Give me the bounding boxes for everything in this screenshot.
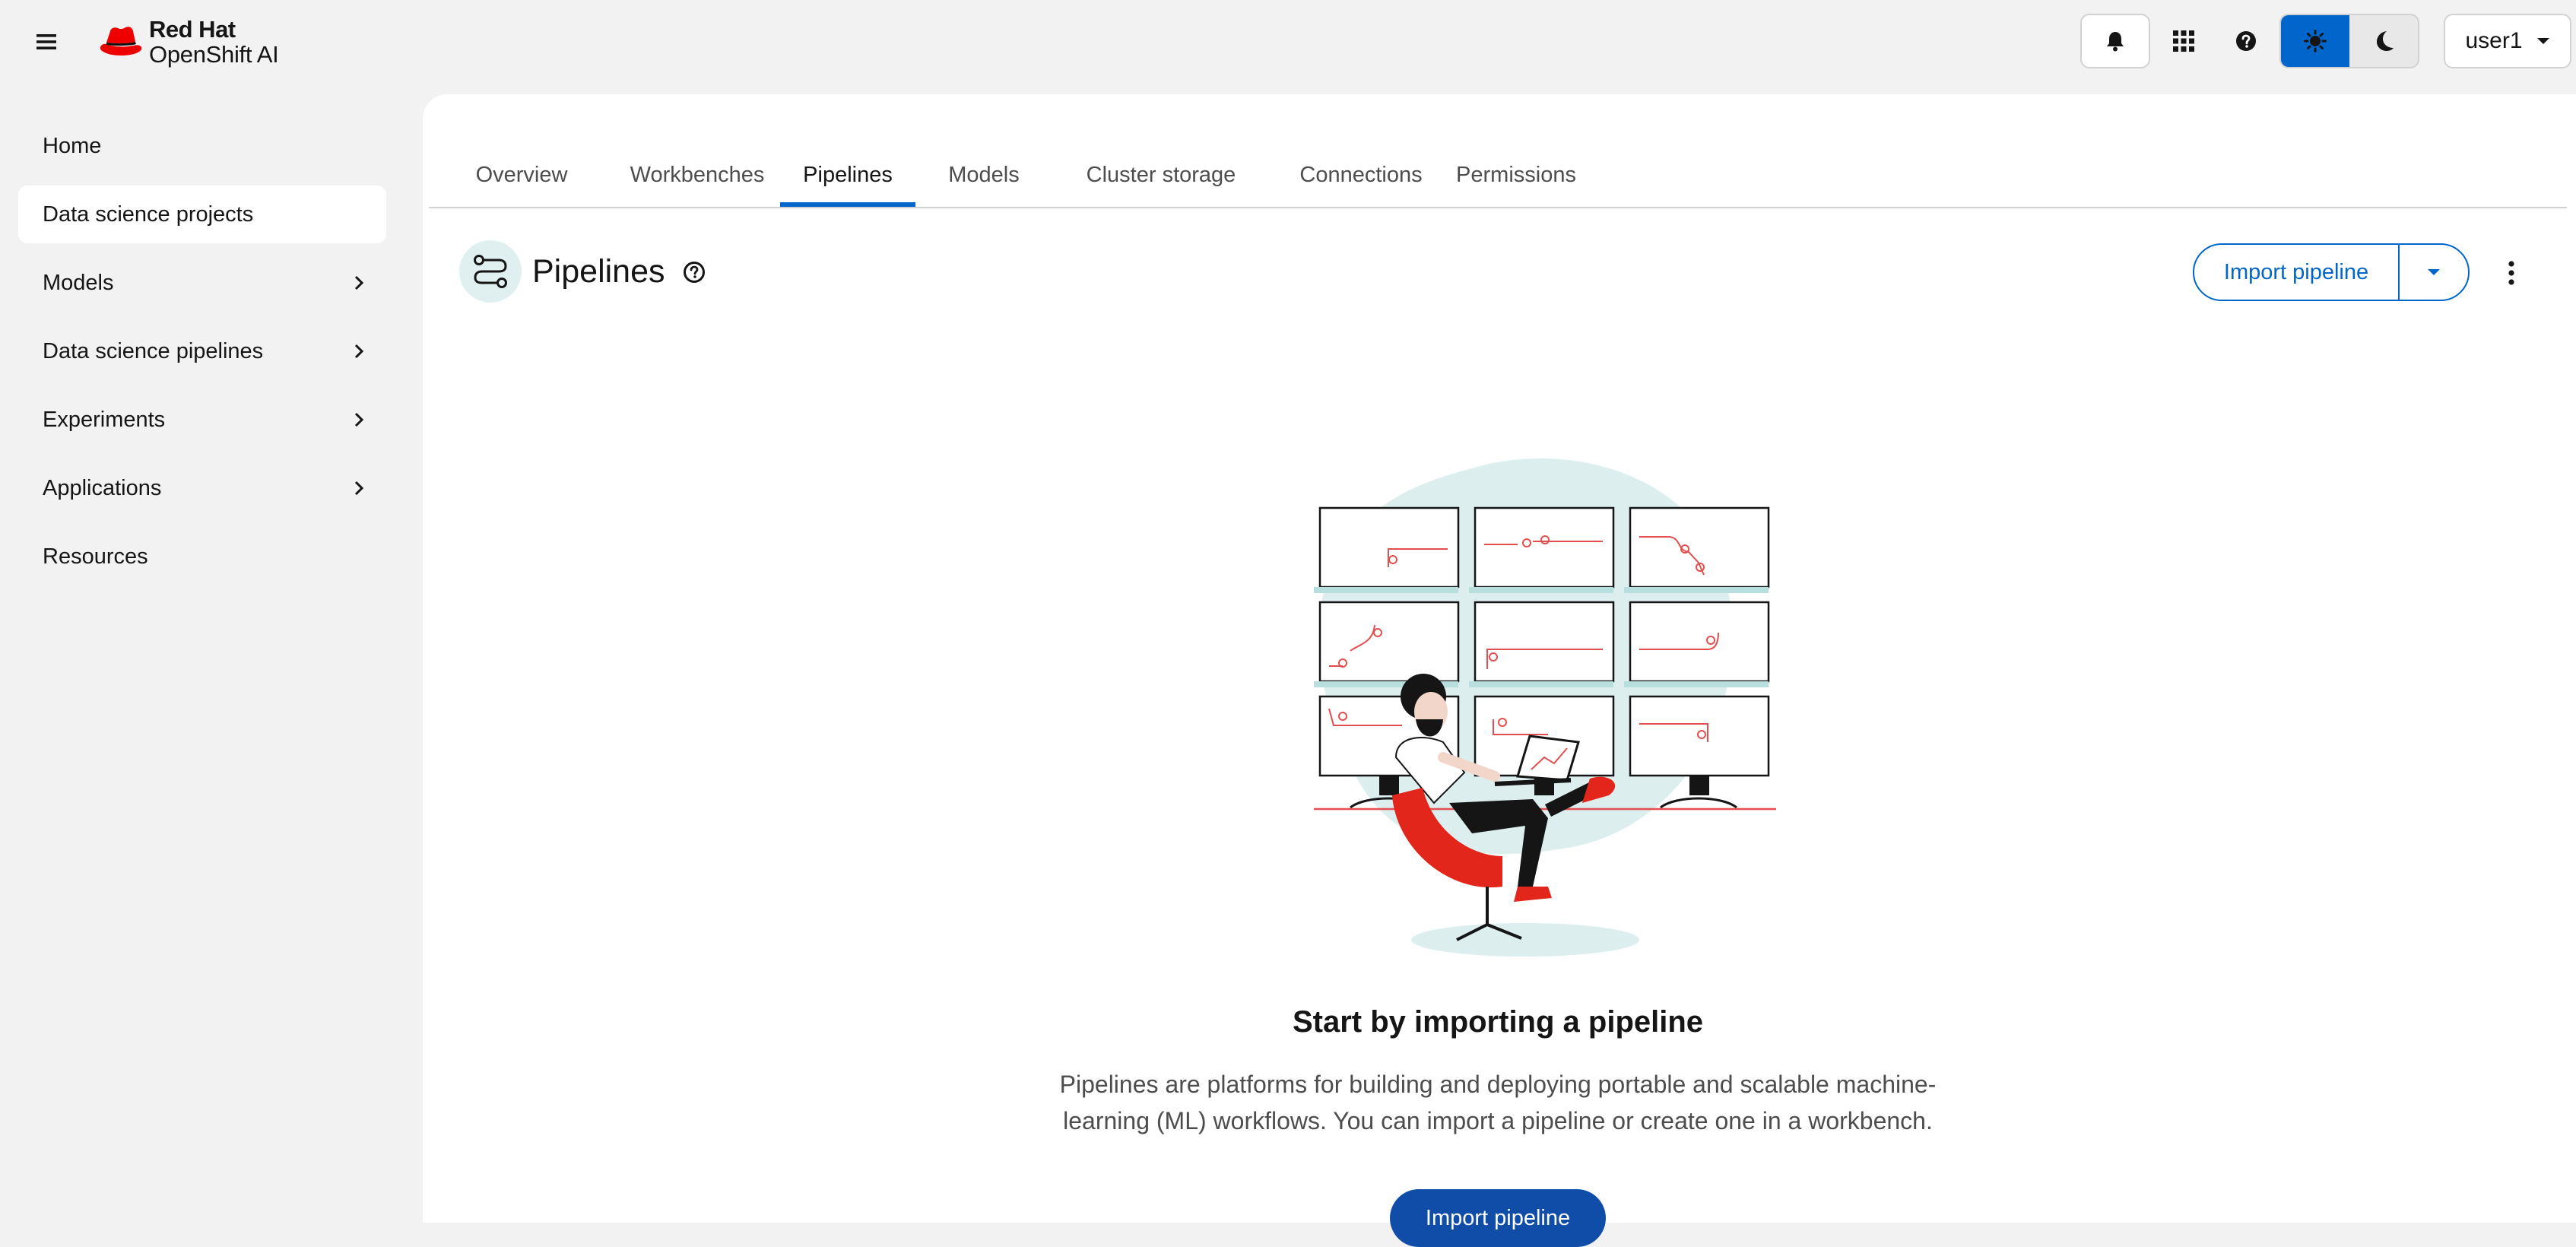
sidebar-item-label: Data science pipelines: [43, 338, 264, 363]
sidebar-item-experiments[interactable]: Experiments: [18, 391, 386, 449]
user-name: user1: [2465, 28, 2523, 53]
sidebar-item-label: Experiments: [43, 407, 166, 432]
sidebar-item-label: Resources: [43, 544, 148, 569]
chevron-right-icon: [354, 275, 363, 290]
pipeline-icon: [459, 240, 522, 303]
sidebar-item-models[interactable]: Models: [18, 254, 386, 312]
brand-company: Red Hat: [149, 16, 236, 43]
tab-overview[interactable]: Overview: [465, 143, 578, 207]
sidebar-item-label: Models: [43, 270, 114, 295]
chevron-right-icon: [354, 481, 363, 496]
help-icon: [2236, 31, 2256, 51]
import-pipeline-button[interactable]: Import pipeline: [2194, 245, 2400, 300]
sidebar-item-applications[interactable]: Applications: [18, 459, 386, 517]
brand-product: OpenShift AI: [149, 41, 279, 68]
theme-light-option[interactable]: [2281, 15, 2349, 67]
sidebar-item-home[interactable]: Home: [18, 117, 386, 175]
page-title: Pipelines: [532, 253, 665, 290]
tab-permissions[interactable]: Permissions: [1402, 143, 1630, 207]
caret-down-icon: [2428, 269, 2440, 275]
sidebar-item-data-science-projects[interactable]: Data science projects: [18, 186, 386, 243]
sidebar-item-resources[interactable]: Resources: [18, 528, 386, 585]
project-tabs: Overview Workbenches Pipelines Models Cl…: [429, 143, 2567, 208]
notifications-button[interactable]: [2080, 14, 2150, 68]
brand-logo[interactable]: Red Hat OpenShift AI: [97, 14, 279, 70]
sidebar-item-label: Data science projects: [43, 201, 254, 227]
masthead: Red Hat OpenShift AI user1: [0, 0, 2576, 84]
tab-models[interactable]: Models: [931, 143, 1037, 207]
empty-state-illustration: [1314, 458, 1776, 957]
sun-icon: [2304, 30, 2327, 52]
moon-icon: [2377, 31, 2394, 51]
theme-dark-option[interactable]: [2349, 15, 2418, 67]
kebab-menu-icon[interactable]: [2492, 252, 2530, 294]
user-menu-toggle[interactable]: user1: [2444, 14, 2571, 68]
main-content: Overview Workbenches Pipelines Models Cl…: [423, 94, 2576, 1247]
tab-label: Cluster storage: [1086, 162, 1236, 187]
grid-icon: [2173, 30, 2194, 52]
app-launcher-button[interactable]: [2153, 14, 2214, 68]
tab-label: Overview: [475, 162, 568, 187]
red-hat-logo-icon: [100, 27, 142, 56]
chevron-right-icon: [354, 344, 363, 359]
bell-icon: [2107, 32, 2124, 52]
sidebar-item-data-science-pipelines[interactable]: Data science pipelines: [18, 322, 386, 380]
import-pipeline-split-button: Import pipeline: [2193, 243, 2470, 301]
tab-cluster-storage[interactable]: Cluster storage: [1051, 143, 1271, 207]
caret-down-icon: [2536, 38, 2549, 44]
page-help-icon[interactable]: [678, 256, 710, 288]
empty-state-import-pipeline-button[interactable]: Import pipeline: [1390, 1189, 1606, 1247]
empty-state-body: Pipelines are platforms for building and…: [1059, 1071, 1937, 1134]
hamburger-menu-icon[interactable]: [27, 24, 65, 59]
import-pipeline-dropdown-toggle[interactable]: [2400, 245, 2468, 300]
sidebar-item-label: Applications: [43, 475, 162, 500]
tab-label: Models: [948, 162, 1020, 187]
tab-workbenches[interactable]: Workbenches: [602, 143, 792, 207]
sidebar-item-label: Home: [43, 133, 102, 158]
chevron-right-icon: [354, 412, 363, 427]
tab-pipelines[interactable]: Pipelines: [780, 143, 915, 207]
empty-state-title: Start by importing a pipeline: [1292, 1005, 1704, 1039]
help-button[interactable]: [2216, 14, 2276, 68]
tab-label: Permissions: [1456, 162, 1576, 187]
tab-label: Pipelines: [803, 162, 893, 187]
theme-toggle[interactable]: [2279, 14, 2419, 68]
tab-label: Workbenches: [630, 162, 765, 187]
